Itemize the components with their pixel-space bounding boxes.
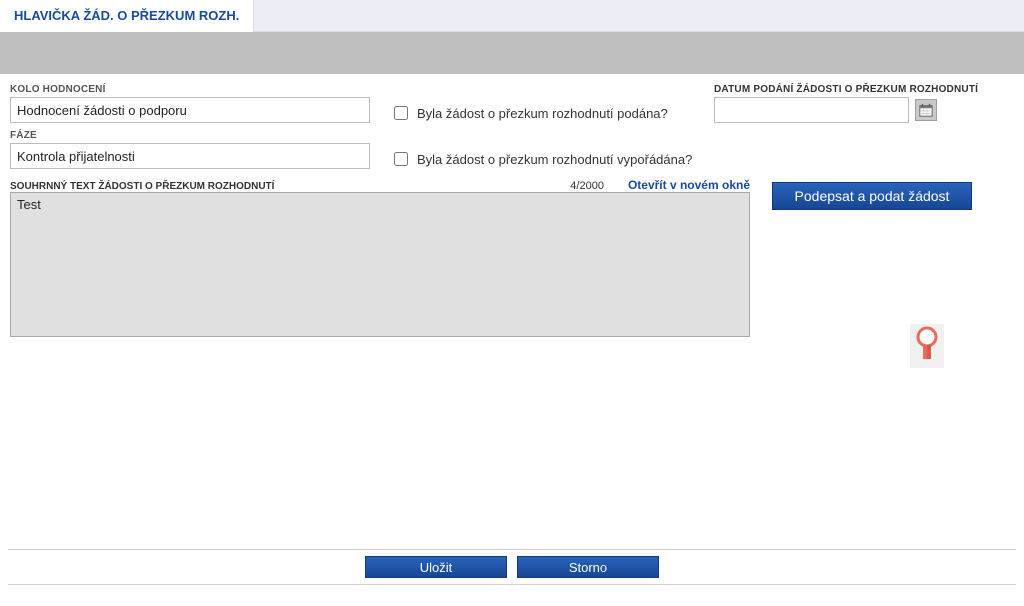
tab-bar: HLAVIČKA ŽÁD. O PŘEZKUM ROZH.: [0, 0, 1024, 32]
save-button[interactable]: Uložit: [365, 556, 507, 578]
label-podana: Byla žádost o přezkum rozhodnutí podána?: [417, 106, 668, 121]
label-faze: FÁZE: [10, 130, 370, 141]
checkbox-podana[interactable]: [394, 106, 408, 120]
label-vyporadana: Byla žádost o přezkum rozhodnutí vypořád…: [417, 152, 692, 167]
seal-icon: [914, 326, 940, 366]
sign-submit-button[interactable]: Podepsat a podat žádost: [772, 182, 972, 210]
checkbox-vyporadana[interactable]: [394, 152, 408, 166]
toolbar-strip: [0, 32, 1024, 74]
datum-input[interactable]: [714, 97, 909, 123]
char-counter: 4/2000: [570, 180, 604, 192]
label-souhrn: SOUHRNNÝ TEXT ŽÁDOSTI O PŘEZKUM ROZHODNU…: [10, 181, 274, 192]
calendar-icon: [919, 103, 933, 117]
tab-active[interactable]: HLAVIČKA ŽÁD. O PŘEZKUM ROZH.: [0, 0, 254, 32]
calendar-button[interactable]: [915, 99, 937, 121]
cancel-button[interactable]: Storno: [517, 556, 659, 578]
form-content: KOLO HODNOCENÍ Byla žádost o přezkum roz…: [0, 74, 1024, 340]
label-kolo: KOLO HODNOCENÍ: [10, 84, 370, 95]
open-new-window-link[interactable]: Otevřít v novém okně: [628, 178, 750, 192]
footer-actions: Uložit Storno: [8, 549, 1016, 585]
label-datum: DATUM PODÁNÍ ŽÁDOSTI O PŘEZKUM ROZHODNUT…: [714, 84, 1014, 95]
souhrn-textarea[interactable]: [10, 192, 750, 337]
faze-input[interactable]: [10, 143, 370, 169]
kolo-input[interactable]: [10, 97, 370, 123]
seal-badge: [910, 324, 944, 368]
